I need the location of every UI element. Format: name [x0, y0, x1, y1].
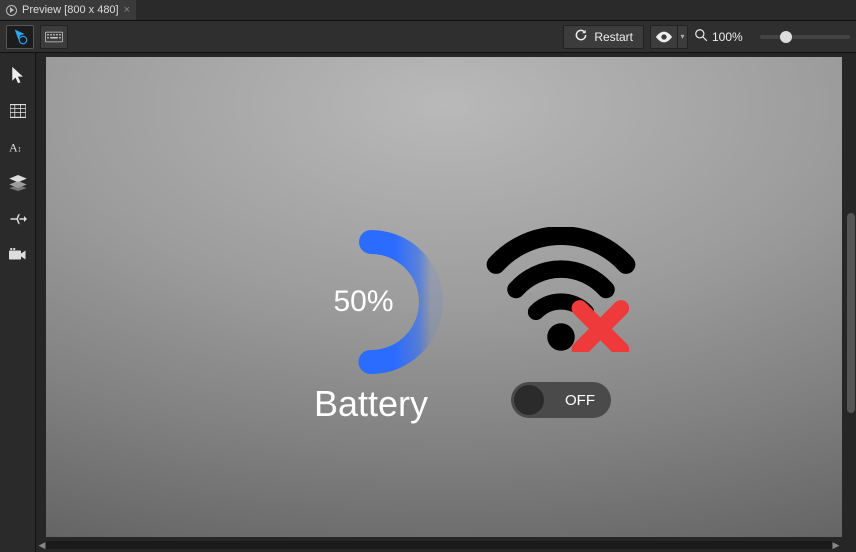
connector-tool-icon[interactable]: [8, 209, 28, 229]
visibility-dropdown[interactable]: ▾: [678, 25, 688, 49]
zoom-control: 100%: [694, 28, 850, 45]
close-tab-icon[interactable]: ×: [124, 4, 130, 16]
wifi-toggle[interactable]: OFF: [511, 382, 611, 418]
zoom-slider-knob[interactable]: [780, 31, 792, 43]
svg-text:↕: ↕: [17, 145, 21, 154]
restart-icon: [574, 28, 588, 45]
top-toolbar: Restart ▾ 100%: [0, 21, 856, 53]
zoom-value: 100%: [712, 30, 752, 44]
wifi-toggle-knob: [514, 385, 544, 415]
camera-tool-icon[interactable]: [8, 245, 28, 265]
battery-widget: 50% Battery: [286, 227, 456, 425]
wifi-toggle-label: OFF: [565, 392, 595, 409]
left-sidebar: A↕: [0, 53, 36, 552]
battery-percent-label: 50%: [333, 285, 393, 319]
visibility-button[interactable]: [650, 25, 678, 49]
layers-tool-icon[interactable]: [8, 173, 28, 193]
restart-label: Restart: [594, 30, 633, 44]
touch-cursor-tool[interactable]: [6, 25, 34, 49]
preview-viewport[interactable]: 50% Battery OFF: [46, 57, 846, 537]
vertical-scrollbar[interactable]: [842, 53, 856, 538]
magnifier-icon: [694, 28, 708, 45]
canvas-area: 50% Battery OFF ◀: [36, 53, 856, 552]
table-tool-icon[interactable]: [8, 101, 28, 121]
horizontal-scrollbar[interactable]: ◀ ▶: [36, 538, 842, 552]
tab-title: Preview [800 x 480]: [22, 4, 119, 16]
wifi-widget: OFF: [476, 227, 646, 418]
vertical-scroll-thumb[interactable]: [847, 213, 855, 413]
wifi-off-icon: [486, 227, 636, 352]
pointer-tool-icon[interactable]: [8, 65, 28, 85]
keyboard-tool[interactable]: [40, 25, 68, 49]
hscroll-track[interactable]: [46, 541, 832, 549]
hscroll-right-arrow[interactable]: ▶: [830, 538, 842, 552]
zoom-slider[interactable]: [760, 35, 850, 39]
battery-gauge: 50%: [296, 227, 446, 377]
tab-bar: Preview [800 x 480] ×: [0, 0, 856, 21]
play-icon: [6, 5, 17, 16]
text-tool-icon[interactable]: A↕: [8, 137, 28, 157]
battery-caption: Battery: [286, 383, 456, 425]
restart-button[interactable]: Restart: [563, 25, 644, 49]
preview-tab[interactable]: Preview [800 x 480] ×: [0, 0, 136, 20]
